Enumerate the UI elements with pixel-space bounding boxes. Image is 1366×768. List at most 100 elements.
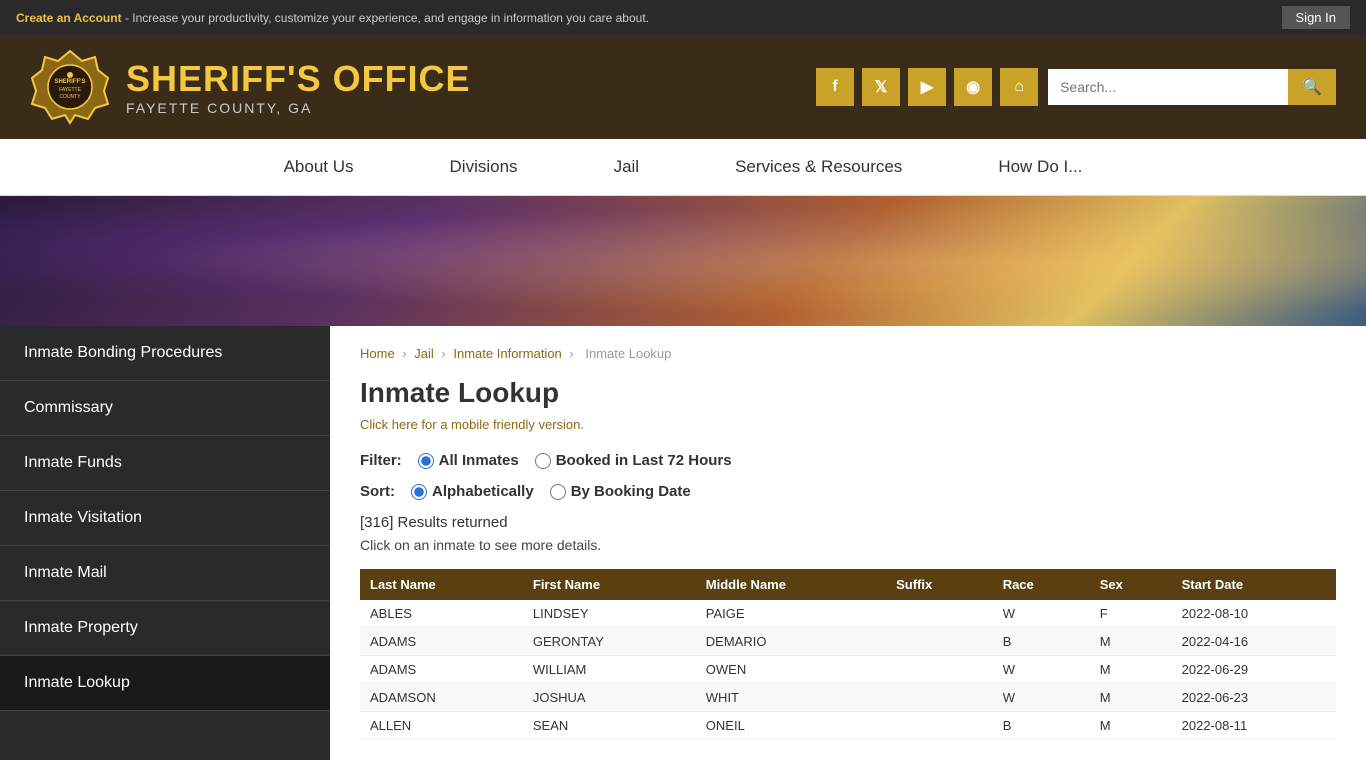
cell-sex: F	[1090, 600, 1172, 628]
cell-sex: M	[1090, 656, 1172, 684]
cell-last: ADAMSON	[360, 684, 523, 712]
filter-all-inmates[interactable]: All Inmates	[418, 452, 519, 469]
sort-date-label: By Booking Date	[571, 483, 691, 500]
main-nav: About Us Divisions Jail Services & Resou…	[0, 139, 1366, 196]
sheriff-badge-icon: SHERIFF'S FAYETTE COUNTY	[30, 47, 110, 127]
facebook-icon[interactable]: f	[816, 68, 854, 106]
cell-last: ADAMS	[360, 656, 523, 684]
breadcrumb-home[interactable]: Home	[360, 346, 395, 361]
breadcrumb-sep-2: ›	[441, 346, 445, 361]
cell-start_date: 2022-06-23	[1172, 684, 1336, 712]
search-input[interactable]	[1048, 69, 1288, 105]
home-social-icon[interactable]: ⌂	[1000, 68, 1038, 106]
cell-suffix	[886, 656, 993, 684]
breadcrumb-sep-1: ›	[402, 346, 406, 361]
nav-item-divisions[interactable]: Divisions	[402, 139, 566, 195]
nav-item-how-do-i[interactable]: How Do I...	[950, 139, 1130, 195]
cell-suffix	[886, 684, 993, 712]
sidebar-item-inmate-funds[interactable]: Inmate Funds	[0, 436, 330, 491]
cell-first: JOSHUA	[523, 684, 696, 712]
sidebar-item-inmate-mail[interactable]: Inmate Mail	[0, 546, 330, 601]
main-content: Home › Jail › Inmate Information › Inmat…	[330, 326, 1366, 760]
mobile-friendly-link[interactable]: Click here for a mobile friendly version…	[360, 417, 1336, 432]
twitter-icon[interactable]: 𝕏	[862, 68, 900, 106]
sort-row: Sort: Alphabetically By Booking Date	[360, 483, 1336, 500]
sort-alpha-label: Alphabetically	[432, 483, 534, 500]
main-layout: Inmate Bonding Procedures Commissary Inm…	[0, 326, 1366, 760]
table-row[interactable]: ADAMSONJOSHUAWHIT WM2022-06-23	[360, 684, 1336, 712]
sort-alpha-radio[interactable]	[411, 484, 427, 500]
svg-text:FAYETTE: FAYETTE	[59, 87, 82, 93]
breadcrumb: Home › Jail › Inmate Information › Inmat…	[360, 346, 1336, 361]
site-title: SHERIFF'S OFFICE	[126, 58, 471, 100]
sidebar-item-bonding-procedures[interactable]: Inmate Bonding Procedures	[0, 326, 330, 381]
cell-race: B	[993, 712, 1090, 740]
cell-first: GERONTAY	[523, 628, 696, 656]
instagram-icon[interactable]: ◉	[954, 68, 992, 106]
cell-sex: M	[1090, 712, 1172, 740]
table-row[interactable]: ADAMSGERONTAYDEMARIOBM2022-04-16	[360, 628, 1336, 656]
header-right: f 𝕏 ▶ ◉ ⌂ 🔍	[816, 68, 1336, 106]
sidebar-item-inmate-lookup[interactable]: Inmate Lookup	[0, 656, 330, 711]
youtube-icon[interactable]: ▶	[908, 68, 946, 106]
table-row[interactable]: ABLESLINDSEYPAIGEWF2022-08-10	[360, 600, 1336, 628]
filter-72hours[interactable]: Booked in Last 72 Hours	[535, 452, 732, 469]
header-logo: SHERIFF'S FAYETTE COUNTY SHERIFF'S OFFIC…	[30, 47, 471, 127]
nav-item-services-resources[interactable]: Services & Resources	[687, 139, 950, 195]
nav-item-jail[interactable]: Jail	[566, 139, 688, 195]
col-last-name: Last Name	[360, 569, 523, 600]
inmate-table-body: ABLESLINDSEYPAIGEWF2022-08-10ADAMSGERONT…	[360, 600, 1336, 740]
svg-text:SHERIFF'S: SHERIFF'S	[54, 79, 85, 85]
cell-race: B	[993, 628, 1090, 656]
click-info: Click on an inmate to see more details.	[360, 537, 1336, 553]
sort-alpha[interactable]: Alphabetically	[411, 483, 534, 500]
filter-row: Filter: All Inmates Booked in Last 72 Ho…	[360, 452, 1336, 469]
filter-72hours-radio[interactable]	[535, 453, 551, 469]
sidebar-item-inmate-visitation[interactable]: Inmate Visitation	[0, 491, 330, 546]
col-first-name: First Name	[523, 569, 696, 600]
col-suffix: Suffix	[886, 569, 993, 600]
cell-race: W	[993, 684, 1090, 712]
cell-race: W	[993, 600, 1090, 628]
filter-all-radio[interactable]	[418, 453, 434, 469]
sign-in-button[interactable]: Sign In	[1282, 6, 1350, 29]
filter-label: Filter:	[360, 452, 402, 469]
inmate-table: Last Name First Name Middle Name Suffix …	[360, 569, 1336, 740]
svg-text:COUNTY: COUNTY	[59, 94, 81, 100]
cell-start_date: 2022-06-29	[1172, 656, 1336, 684]
cell-suffix	[886, 600, 993, 628]
sidebar-item-commissary[interactable]: Commissary	[0, 381, 330, 436]
table-row[interactable]: ADAMSWILLIAMOWENWM2022-06-29	[360, 656, 1336, 684]
site-subtitle: FAYETTE COUNTY, GA	[126, 100, 471, 116]
cell-middle: ONEIL	[696, 712, 886, 740]
filter-72hours-label: Booked in Last 72 Hours	[556, 452, 732, 469]
search-bar: 🔍	[1048, 69, 1336, 105]
top-bar-tagline: - Increase your productivity, customize …	[125, 11, 649, 25]
cell-suffix	[886, 712, 993, 740]
cell-last: ALLEN	[360, 712, 523, 740]
table-header: Last Name First Name Middle Name Suffix …	[360, 569, 1336, 600]
site-header: SHERIFF'S FAYETTE COUNTY SHERIFF'S OFFIC…	[0, 35, 1366, 139]
cell-middle: WHIT	[696, 684, 886, 712]
top-bar: Create an Account - Increase your produc…	[0, 0, 1366, 35]
header-title-block: SHERIFF'S OFFICE FAYETTE COUNTY, GA	[126, 58, 471, 116]
sort-date-radio[interactable]	[550, 484, 566, 500]
cell-start_date: 2022-08-11	[1172, 712, 1336, 740]
breadcrumb-current: Inmate Lookup	[585, 346, 671, 361]
cell-sex: M	[1090, 684, 1172, 712]
cell-start_date: 2022-04-16	[1172, 628, 1336, 656]
breadcrumb-inmate-info[interactable]: Inmate Information	[453, 346, 561, 361]
cell-start_date: 2022-08-10	[1172, 600, 1336, 628]
breadcrumb-jail[interactable]: Jail	[414, 346, 434, 361]
table-row[interactable]: ALLENSEANONEILBM2022-08-11	[360, 712, 1336, 740]
sidebar: Inmate Bonding Procedures Commissary Inm…	[0, 326, 330, 760]
search-button[interactable]: 🔍	[1288, 69, 1336, 105]
nav-item-about-us[interactable]: About Us	[236, 139, 402, 195]
page-title: Inmate Lookup	[360, 377, 1336, 409]
create-account-link[interactable]: Create an Account	[16, 11, 122, 25]
sort-date[interactable]: By Booking Date	[550, 483, 691, 500]
social-icons: f 𝕏 ▶ ◉ ⌂	[816, 68, 1038, 106]
cell-last: ABLES	[360, 600, 523, 628]
sidebar-item-inmate-property[interactable]: Inmate Property	[0, 601, 330, 656]
hero-banner	[0, 196, 1366, 326]
